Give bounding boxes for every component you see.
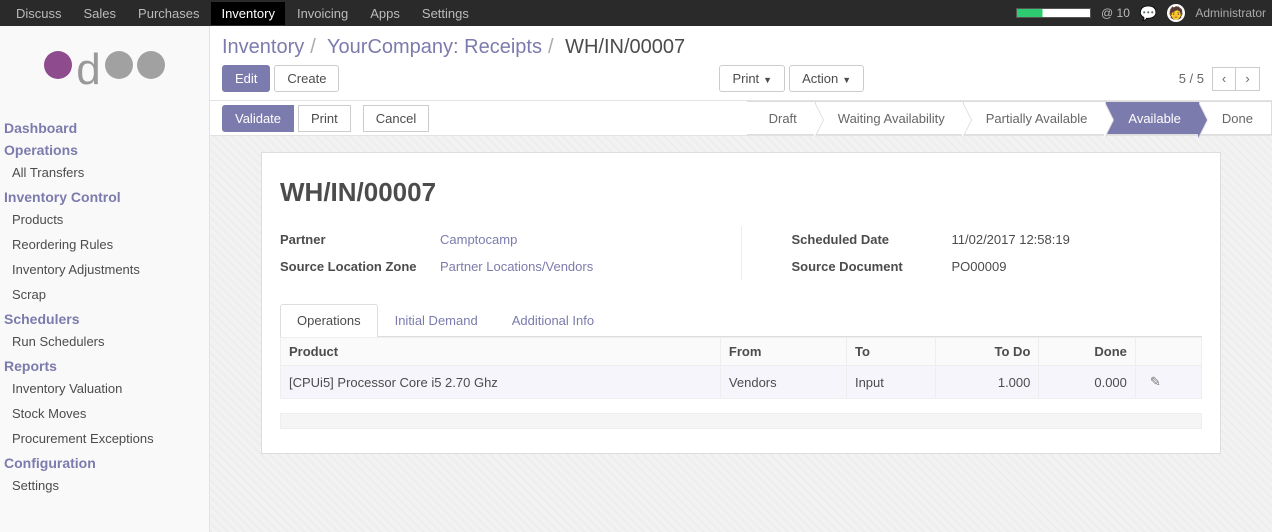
trial-progress bbox=[1016, 8, 1091, 18]
state-done[interactable]: Done bbox=[1200, 101, 1272, 135]
cancel-button[interactable]: Cancel bbox=[363, 105, 429, 132]
sidebar-item-inventory-valuation[interactable]: Inventory Valuation bbox=[0, 376, 209, 401]
sidebar-item-all-transfers[interactable]: All Transfers bbox=[0, 160, 209, 185]
chat-icon[interactable]: 💬 bbox=[1140, 5, 1157, 22]
pager-prev[interactable]: ‹ bbox=[1212, 67, 1236, 91]
table-row[interactable]: [CPUi5] Processor Core i5 2.70 GhzVendor… bbox=[281, 366, 1202, 399]
cell-done: 0.000 bbox=[1039, 366, 1136, 399]
validate-button[interactable]: Validate bbox=[222, 105, 294, 132]
edit-button[interactable]: Edit bbox=[222, 65, 270, 92]
field-value-source-document: PO00009 bbox=[952, 259, 1007, 274]
user-name[interactable]: Administrator bbox=[1195, 6, 1266, 20]
state-available[interactable]: Available bbox=[1106, 101, 1200, 135]
sidebar-section-reports: Reports bbox=[0, 354, 209, 376]
tab-operations[interactable]: Operations bbox=[280, 304, 378, 337]
sidebar-item-products[interactable]: Products bbox=[0, 207, 209, 232]
avatar[interactable]: 🧑 bbox=[1167, 4, 1185, 22]
nav-item-settings[interactable]: Settings bbox=[412, 2, 479, 25]
nav-item-purchases[interactable]: Purchases bbox=[128, 2, 209, 25]
logo-dot-3 bbox=[137, 51, 165, 79]
state-partially-available[interactable]: Partially Available bbox=[964, 101, 1107, 135]
nav-item-discuss[interactable]: Discuss bbox=[6, 2, 72, 25]
sidebar: d DashboardOperationsAll TransfersInvent… bbox=[0, 26, 210, 532]
logo: d bbox=[0, 36, 209, 116]
sidebar-item-reordering-rules[interactable]: Reordering Rules bbox=[0, 232, 209, 257]
field-value-source-location-zone[interactable]: Partner Locations/Vendors bbox=[440, 259, 593, 274]
sidebar-section-dashboard: Dashboard bbox=[0, 116, 209, 138]
sidebar-item-run-schedulers[interactable]: Run Schedulers bbox=[0, 329, 209, 354]
action-dropdown[interactable]: Action▼ bbox=[789, 65, 864, 92]
state-draft[interactable]: Draft bbox=[747, 101, 816, 135]
logo-dot-2 bbox=[105, 51, 133, 79]
field-label-partner: Partner bbox=[280, 232, 440, 247]
cell-actions: ✎ bbox=[1135, 366, 1201, 399]
col-to-do: To Do bbox=[936, 338, 1039, 366]
nav-item-apps[interactable]: Apps bbox=[360, 2, 410, 25]
col-product: Product bbox=[281, 338, 721, 366]
nav-item-sales[interactable]: Sales bbox=[74, 2, 127, 25]
pencil-icon[interactable]: ✎ bbox=[1150, 374, 1161, 389]
sidebar-section-inventory-control: Inventory Control bbox=[0, 185, 209, 207]
breadcrumb: Inventory/ YourCompany: Receipts/ WH/IN/… bbox=[210, 26, 1272, 65]
col-from: From bbox=[720, 338, 846, 366]
logo-dot-1 bbox=[44, 51, 72, 79]
field-value-partner[interactable]: Camptocamp bbox=[440, 232, 517, 247]
state-waiting-availability[interactable]: Waiting Availability bbox=[816, 101, 964, 135]
crumb-inventory[interactable]: Inventory bbox=[222, 36, 304, 58]
nav-item-invoicing[interactable]: Invoicing bbox=[287, 2, 358, 25]
pager-next[interactable]: › bbox=[1236, 67, 1260, 91]
top-navbar: DiscussSalesPurchasesInventoryInvoicingA… bbox=[0, 0, 1272, 26]
field-label-source-document: Source Document bbox=[792, 259, 952, 274]
cell-product: [CPUi5] Processor Core i5 2.70 Ghz bbox=[281, 366, 721, 399]
sidebar-section-operations: Operations bbox=[0, 138, 209, 160]
col-actions bbox=[1135, 338, 1201, 366]
record-title: WH/IN/00007 bbox=[280, 177, 1202, 208]
cell-to: Input bbox=[846, 366, 935, 399]
sidebar-item-scrap[interactable]: Scrap bbox=[0, 282, 209, 307]
print-dropdown[interactable]: Print▼ bbox=[719, 65, 785, 92]
print-button[interactable]: Print bbox=[298, 105, 351, 132]
crumb-current: WH/IN/00007 bbox=[565, 36, 685, 58]
field-value-scheduled-date: 11/02/2017 12:58:19 bbox=[952, 232, 1070, 247]
sidebar-item-settings[interactable]: Settings bbox=[0, 473, 209, 498]
col-to: To bbox=[846, 338, 935, 366]
tab-initial-demand[interactable]: Initial Demand bbox=[378, 304, 495, 336]
col-done: Done bbox=[1039, 338, 1136, 366]
sidebar-item-stock-moves[interactable]: Stock Moves bbox=[0, 401, 209, 426]
form-sheet: WH/IN/00007 PartnerCamptocampSource Loca… bbox=[261, 152, 1221, 454]
table-footer bbox=[280, 413, 1202, 429]
sidebar-section-schedulers: Schedulers bbox=[0, 307, 209, 329]
pager-text: 5 / 5 bbox=[1179, 71, 1204, 86]
crumb-receipts[interactable]: YourCompany: Receipts bbox=[327, 36, 542, 58]
field-label-source-location-zone: Source Location Zone bbox=[280, 259, 440, 274]
field-label-scheduled-date: Scheduled Date bbox=[792, 232, 952, 247]
sidebar-item-inventory-adjustments[interactable]: Inventory Adjustments bbox=[0, 257, 209, 282]
cell-from: Vendors bbox=[720, 366, 846, 399]
nav-item-inventory[interactable]: Inventory bbox=[211, 2, 284, 25]
messages-badge[interactable]: @ 10 bbox=[1101, 6, 1130, 20]
operations-table: ProductFromToTo DoDone [CPUi5] Processor… bbox=[280, 337, 1202, 399]
sidebar-section-configuration: Configuration bbox=[0, 451, 209, 473]
create-button[interactable]: Create bbox=[274, 65, 339, 92]
cell-todo: 1.000 bbox=[936, 366, 1039, 399]
tab-additional-info[interactable]: Additional Info bbox=[495, 304, 611, 336]
sidebar-item-procurement-exceptions[interactable]: Procurement Exceptions bbox=[0, 426, 209, 451]
